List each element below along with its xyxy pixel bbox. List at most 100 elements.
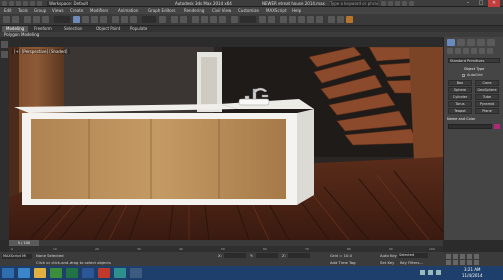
torus-button[interactable]: Torus: [448, 101, 472, 107]
select-manipulate-icon[interactable]: [171, 16, 178, 23]
key-filters-button[interactable]: Key Filters...: [400, 260, 423, 265]
pyramid-button[interactable]: Pyramid: [475, 101, 499, 107]
volume-icon[interactable]: [436, 270, 441, 275]
open-file-icon[interactable]: [16, 1, 21, 6]
z-coordinate-field[interactable]: [288, 253, 310, 258]
new-file-icon[interactable]: [9, 1, 14, 6]
perspective-viewport[interactable]: [9, 47, 443, 240]
pivot-center-icon[interactable]: [159, 16, 166, 23]
bind-space-warp-icon[interactable]: [42, 16, 49, 23]
selection-filter-dropdown[interactable]: [54, 16, 70, 23]
hierarchy-tab-icon[interactable]: [467, 39, 475, 46]
menu-views[interactable]: Views: [52, 8, 64, 13]
menu-rendering[interactable]: Rendering: [184, 8, 204, 13]
workspace-dropdown[interactable]: Workspace: Default: [47, 1, 91, 6]
3ds-max-icon[interactable]: [114, 268, 126, 278]
clock-time[interactable]: 3:21 AM: [464, 267, 480, 272]
cameras-icon[interactable]: [471, 48, 477, 54]
name-and-color-header[interactable]: Name and Color: [447, 117, 501, 122]
teapot-button[interactable]: Teapot: [448, 108, 472, 114]
undo-icon[interactable]: [3, 16, 10, 23]
maximize-button[interactable]: □: [475, 0, 487, 7]
auto-key-label[interactable]: Auto Key: [380, 253, 397, 258]
align-icon[interactable]: [268, 16, 275, 23]
menu-modifiers[interactable]: Modifiers: [90, 8, 108, 13]
undo-icon[interactable]: [30, 1, 35, 6]
motion-tab-icon[interactable]: [477, 39, 485, 46]
sphere-button[interactable]: Sphere: [448, 87, 472, 93]
subscription-icon[interactable]: [388, 1, 393, 6]
start-button-icon[interactable]: [2, 268, 14, 278]
display-tab-icon[interactable]: [487, 39, 495, 46]
word-icon[interactable]: [82, 268, 94, 278]
rendered-frame-window-icon[interactable]: [337, 16, 344, 23]
create-tab-icon[interactable]: [447, 39, 455, 46]
tube-button[interactable]: Tube: [475, 94, 499, 100]
favorites-icon[interactable]: [402, 1, 407, 6]
minimize-button[interactable]: –: [462, 0, 474, 7]
redo-icon[interactable]: [37, 1, 42, 6]
object-name-field[interactable]: [448, 124, 492, 129]
render-setup-icon[interactable]: [328, 16, 335, 23]
snaps-toggle-icon[interactable]: [192, 16, 199, 23]
pan-icon[interactable]: [453, 260, 458, 265]
x-coordinate-field[interactable]: [224, 253, 246, 258]
close-button[interactable]: ✕: [488, 0, 500, 7]
spinner-snap-icon[interactable]: [219, 16, 226, 23]
orbit-icon[interactable]: [460, 260, 465, 265]
window-crossing-icon[interactable]: [100, 16, 107, 23]
graphite-toggle-icon[interactable]: [289, 16, 296, 23]
select-object-icon[interactable]: [73, 16, 80, 23]
layer-manager-icon[interactable]: [280, 16, 287, 23]
mirror-icon[interactable]: [259, 16, 266, 23]
layout-tab-icon[interactable]: [1, 51, 8, 58]
excel-icon[interactable]: [66, 268, 78, 278]
menu-create[interactable]: Create: [70, 8, 83, 13]
maxscript-listener[interactable]: MAXScript Mi: [2, 254, 32, 259]
scale-icon[interactable]: [130, 16, 137, 23]
app-menu-icon[interactable]: [2, 1, 7, 6]
schematic-view-icon[interactable]: [307, 16, 314, 23]
menu-graph-editors[interactable]: Graph Editors: [148, 8, 175, 13]
edit-named-selection-icon[interactable]: [231, 16, 238, 23]
primitive-type-dropdown[interactable]: Standard Primitives: [448, 58, 500, 63]
lights-icon[interactable]: [463, 48, 469, 54]
keyboard-shortcut-icon[interactable]: [180, 16, 187, 23]
communication-icon[interactable]: [395, 1, 400, 6]
search-icon[interactable]: [381, 1, 386, 6]
object-color-swatch[interactable]: [494, 124, 500, 129]
rotate-icon[interactable]: [121, 16, 128, 23]
menu-group[interactable]: Group: [34, 8, 46, 13]
store-icon[interactable]: [50, 268, 62, 278]
curve-editor-icon[interactable]: [298, 16, 305, 23]
named-selection-dropdown[interactable]: [240, 16, 256, 23]
add-time-tag[interactable]: Add Time Tag: [330, 260, 355, 265]
viewport-label[interactable]: [+] [Perspective] [Shaded]: [12, 49, 70, 54]
shapes-icon[interactable]: [455, 48, 461, 54]
file-explorer-icon[interactable]: [34, 268, 46, 278]
zoom-icon[interactable]: [446, 260, 451, 265]
powerpoint-icon[interactable]: [98, 268, 110, 278]
material-editor-icon[interactable]: [316, 16, 323, 23]
rectangular-selection-icon[interactable]: [91, 16, 98, 23]
move-icon[interactable]: [112, 16, 119, 23]
ribbon-panel-label[interactable]: Polygon Modeling: [4, 32, 39, 37]
cone-button[interactable]: Cone: [475, 80, 499, 86]
go-to-end-icon[interactable]: [474, 254, 479, 259]
select-by-name-icon[interactable]: [82, 16, 89, 23]
maximize-viewport-icon[interactable]: [474, 260, 479, 265]
menu-help[interactable]: Help: [292, 8, 301, 13]
play-icon[interactable]: [460, 254, 465, 259]
next-frame-icon[interactable]: [467, 254, 472, 259]
clock-date[interactable]: 11/4/2014: [462, 273, 483, 278]
search-input[interactable]: Type a keyword or phrase: [330, 1, 378, 6]
unlink-icon[interactable]: [33, 16, 40, 23]
network-icon[interactable]: [428, 270, 433, 275]
field-of-view-icon[interactable]: [467, 260, 472, 265]
menu-customize[interactable]: Customize: [238, 8, 259, 13]
reference-coordinate-dropdown[interactable]: [142, 16, 156, 23]
menu-maxscript[interactable]: MAXScript: [266, 8, 287, 13]
menu-tools[interactable]: Tools: [18, 8, 28, 13]
space-warps-icon[interactable]: [487, 48, 493, 54]
notification-icon[interactable]: [420, 270, 425, 275]
